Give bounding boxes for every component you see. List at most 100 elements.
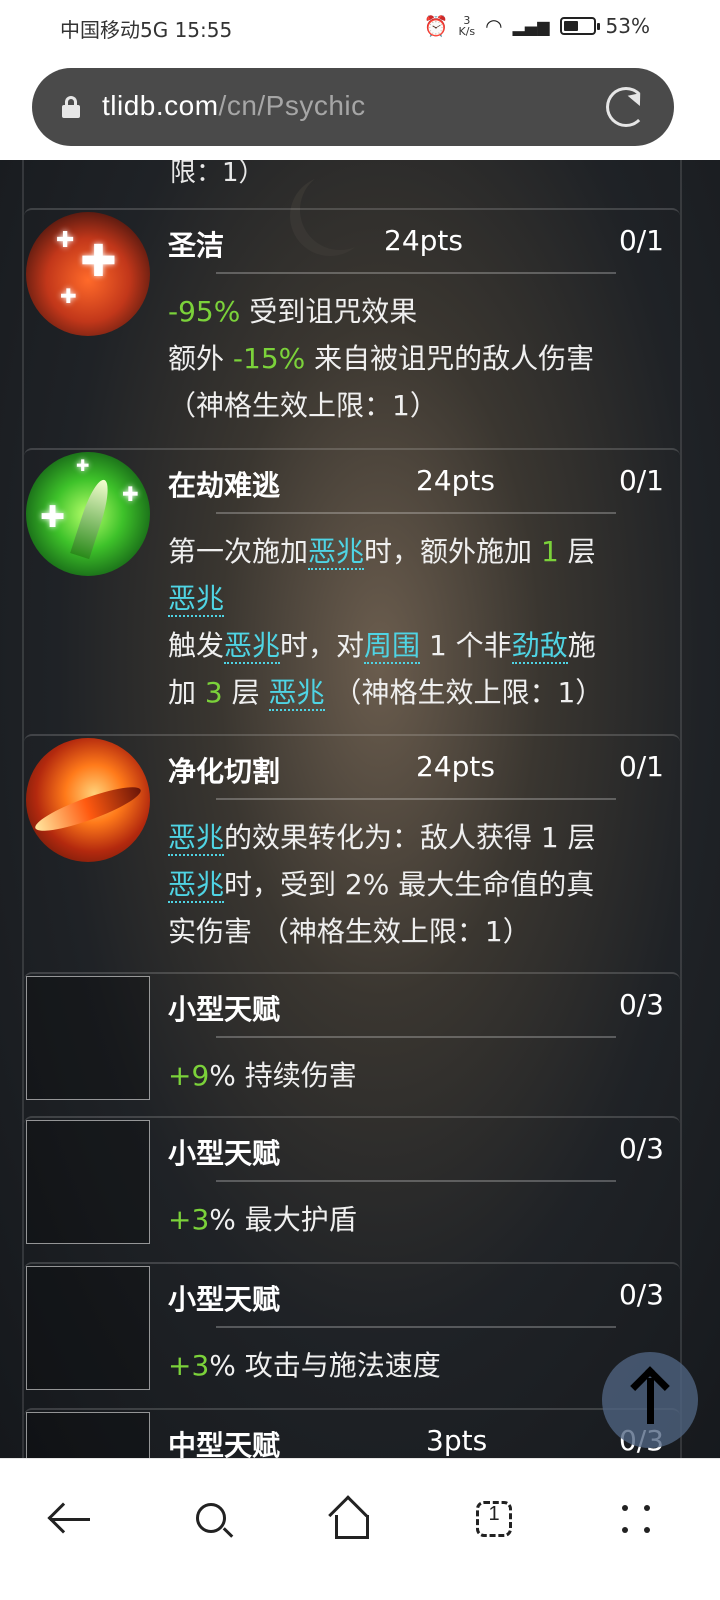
keyword-link[interactable]: 恶兆	[224, 629, 281, 664]
battery-icon	[559, 17, 600, 35]
keyword-link[interactable]: 劲敌	[511, 629, 568, 664]
description-text: % 攻击与施法速度	[209, 1349, 441, 1382]
value-highlight: +9	[168, 1059, 210, 1092]
back-icon[interactable]	[44, 1489, 104, 1549]
green-blade-icon: ✚ ✚ ✚	[26, 452, 150, 576]
empty-icon-slot	[26, 1266, 150, 1390]
carrier-time: 中国移动5G 15:55	[60, 18, 233, 42]
battery-percent: 53%	[605, 14, 650, 38]
description-line: 加 3 层 恶兆 （神格生效上限：1）	[168, 669, 668, 716]
value-highlight: +3	[168, 1203, 210, 1236]
scroll-to-top-button[interactable]	[602, 1352, 698, 1448]
address-bar[interactable]: tlidb.com/cn/Psychic	[32, 68, 674, 146]
description-line: 额外 -15% 来自被诅咒的敌人伤害	[168, 335, 668, 382]
talent-count: 0/3	[618, 1132, 664, 1165]
talent-name: 小型天赋	[168, 993, 281, 1026]
description-line: 实伤害 （神格生效上限：1）	[168, 908, 668, 955]
description-text: 层	[222, 676, 269, 709]
divider	[216, 1180, 616, 1182]
reload-icon[interactable]	[606, 87, 646, 127]
talent-description: 第一次施加恶兆时，额外施加 1 层恶兆 触发恶兆时，对周围 1 个非劲敌施加 3 …	[168, 528, 668, 716]
description-text: 的效果转化为：敌人获得 1 层	[224, 821, 596, 854]
talent-count: 0/1	[618, 464, 664, 497]
description-text: （神格生效上限：1）	[324, 676, 604, 709]
talent-card[interactable]: ✚ ✚ ✚ 在劫难逃 24pts 0/1 第一次施加恶兆时，额外施加 1 层恶兆…	[24, 448, 680, 732]
holy-cross-icon: ✚ ✚ ✚	[26, 212, 150, 336]
description-text: 实伤害 （神格生效上限：1）	[168, 915, 531, 948]
keyword-link[interactable]: 周围	[364, 629, 421, 664]
talent-description: -95% 受到诅咒效果 额外 -15% 来自被诅咒的敌人伤害 （神格生效上限：1）	[168, 288, 668, 429]
talent-points: 24pts	[384, 224, 463, 257]
talent-description: +9% 持续伤害	[168, 1052, 668, 1099]
network-speed: 3 K/s	[459, 15, 476, 37]
network-speed-unit: K/s	[458, 25, 476, 38]
talent-page: 限：1） ✚ ✚ ✚ 圣洁 24pts 0/1 -95% 受到诅咒效果 额外 -1…	[0, 160, 720, 1458]
description-text: 时，受到 2% 最大生命值的真	[224, 868, 595, 901]
description-line: +9% 持续伤害	[168, 1052, 668, 1099]
value-highlight: 3	[204, 676, 223, 709]
description-text: 时，对	[280, 629, 365, 662]
description-line: 第一次施加恶兆时，额外施加 1 层	[168, 528, 668, 575]
talent-name: 小型天赋	[168, 1283, 281, 1316]
divider	[216, 798, 616, 800]
previous-talent-tail: 限：1）	[170, 160, 265, 188]
wifi-icon: ◠	[485, 14, 503, 38]
talent-count: 0/1	[618, 750, 664, 783]
divider	[216, 1036, 616, 1038]
value-highlight: 1	[540, 535, 559, 568]
fire-slash-icon	[26, 738, 150, 862]
talent-card[interactable]: 小型天赋 0/3 +9% 持续伤害	[24, 972, 680, 1116]
description-line: 恶兆	[168, 575, 668, 622]
empty-icon-slot	[26, 1412, 150, 1458]
browser-bottom-nav: 1	[0, 1458, 720, 1600]
panel-border-right	[680, 160, 682, 1458]
description-text: 来自被诅咒的敌人伤害	[305, 342, 595, 375]
description-text: % 最大护盾	[209, 1203, 357, 1236]
menu-icon[interactable]	[606, 1489, 666, 1549]
description-text: % 持续伤害	[209, 1059, 357, 1092]
keyword-link[interactable]: 恶兆	[268, 676, 325, 711]
description-text: 加	[168, 676, 205, 709]
value-highlight: -15%	[232, 342, 306, 375]
talent-card[interactable]: 小型天赋 0/3 +3% 攻击与施法速度	[24, 1262, 680, 1406]
description-text: 额外	[168, 342, 233, 375]
search-icon[interactable]	[184, 1489, 244, 1549]
keyword-link[interactable]: 恶兆	[308, 535, 365, 570]
talent-count: 0/3	[618, 988, 664, 1021]
talent-points: 3pts	[426, 1424, 488, 1457]
battery-fill	[563, 21, 579, 31]
talent-description: +3% 最大护盾	[168, 1196, 668, 1243]
keyword-link[interactable]: 恶兆	[168, 868, 225, 903]
talent-name: 净化切割	[168, 755, 281, 788]
talent-name: 中型天赋	[168, 1429, 281, 1458]
talent-points: 24pts	[416, 464, 495, 497]
talent-name: 圣洁	[168, 229, 225, 262]
status-icons: ⏰ 3 K/s ◠ ▂▄▆ 53%	[424, 14, 650, 38]
talent-count: 0/1	[618, 224, 664, 257]
description-line: +3% 攻击与施法速度	[168, 1342, 668, 1389]
talent-name: 在劫难逃	[168, 469, 281, 502]
description-line: 恶兆的效果转化为：敌人获得 1 层	[168, 814, 668, 861]
talent-card[interactable]: ✚ ✚ ✚ 圣洁 24pts 0/1 -95% 受到诅咒效果 额外 -15% 来自…	[24, 208, 680, 446]
description-line: （神格生效上限：1）	[168, 382, 668, 429]
talent-card[interactable]: 净化切割 24pts 0/1 恶兆的效果转化为：敌人获得 1 层恶兆时，受到 2…	[24, 734, 680, 972]
description-text: 时，额外施加	[364, 535, 541, 568]
description-text: 层	[558, 535, 596, 568]
lock-icon	[62, 96, 80, 118]
talent-points: 24pts	[416, 750, 495, 783]
talent-count: 0/3	[618, 1278, 664, 1311]
description-text: 触发	[168, 629, 225, 662]
keyword-link[interactable]: 恶兆	[168, 582, 225, 617]
status-bar: 中国移动5G 15:55 ⏰ 3 K/s ◠ ▂▄▆ 53%	[0, 0, 720, 56]
keyword-link[interactable]: 恶兆	[168, 821, 225, 856]
description-line: +3% 最大护盾	[168, 1196, 668, 1243]
talent-card[interactable]: 中型天赋 3pts 0/3	[24, 1408, 680, 1458]
tabs-icon[interactable]: 1	[464, 1489, 524, 1549]
home-icon[interactable]	[322, 1489, 382, 1549]
talent-card[interactable]: 小型天赋 0/3 +3% 最大护盾	[24, 1116, 680, 1260]
value-highlight: -95%	[168, 295, 241, 328]
description-line: 触发恶兆时，对周围 1 个非劲敌施	[168, 622, 668, 669]
url-text[interactable]: tlidb.com/cn/Psychic	[102, 90, 366, 122]
description-text: 1 个非	[420, 629, 512, 662]
description-text: （神格生效上限：1）	[168, 389, 438, 422]
